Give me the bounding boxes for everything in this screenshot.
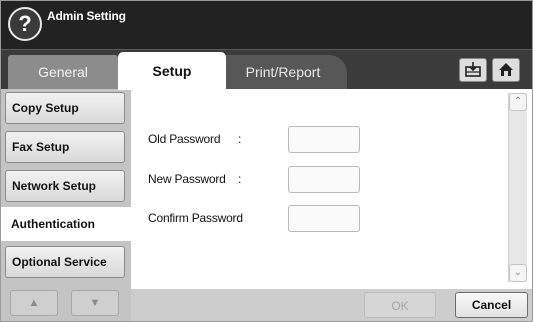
new-password-field[interactable] — [288, 166, 360, 193]
ok-button[interactable]: OK — [364, 292, 436, 318]
window-title: Admin Setting — [47, 9, 126, 23]
old-password-label: Old Password — [148, 132, 221, 146]
help-icon[interactable]: ? — [8, 7, 42, 41]
confirm-password-colon: : — [237, 211, 241, 225]
sidebar-item-copy-setup[interactable]: Copy Setup — [5, 92, 125, 124]
sidebar: Copy Setup Fax Setup Network Setup Authe… — [1, 89, 131, 321]
tab-general[interactable]: General — [8, 55, 118, 89]
sidebar-item-network-setup[interactable]: Network Setup — [5, 170, 125, 202]
action-bar: OK Cancel — [131, 289, 532, 321]
sidebar-scroll-down-button[interactable]: ▼ — [71, 290, 119, 316]
old-password-colon: : — [238, 132, 242, 146]
confirm-password-field[interactable] — [288, 205, 360, 232]
triangle-up-icon: ▲ — [28, 297, 40, 309]
tab-setup[interactable]: Setup — [118, 52, 226, 90]
home-icon — [499, 63, 513, 76]
chevron-up-icon: ⌃ — [513, 96, 523, 107]
vertical-scrollbar[interactable]: ⌃ ⌄ — [508, 93, 527, 282]
sidebar-item-authentication[interactable]: Authentication — [1, 207, 131, 241]
scroll-up-button[interactable]: ⌃ — [509, 93, 527, 111]
tab-print-report[interactable]: Print/Report — [219, 55, 347, 89]
tab-bar: General Print/Report Setup — [1, 49, 532, 90]
triangle-down-icon: ▼ — [89, 297, 101, 309]
sidebar-scroll-up-button[interactable]: ▲ — [10, 290, 58, 316]
inbox-tray-icon — [465, 62, 481, 77]
new-password-label: New Password — [148, 172, 226, 186]
sidebar-item-fax-setup[interactable]: Fax Setup — [5, 131, 125, 163]
confirm-password-label: Confirm Password — [148, 211, 243, 225]
home-button[interactable] — [492, 58, 520, 82]
old-password-field[interactable] — [288, 126, 360, 153]
job-status-button[interactable] — [459, 58, 487, 82]
sidebar-item-optional-service[interactable]: Optional Service — [5, 246, 125, 278]
authentication-panel: Old Password : New Password : Confirm Pa… — [131, 89, 532, 289]
admin-setting-window: ? Admin Setting General Print/Report Set… — [0, 0, 533, 322]
scroll-down-button[interactable]: ⌄ — [509, 264, 527, 282]
chevron-down-icon: ⌄ — [513, 267, 523, 278]
cancel-button[interactable]: Cancel — [455, 292, 528, 318]
new-password-colon: : — [238, 172, 242, 186]
title-bar: ? Admin Setting — [1, 1, 532, 49]
